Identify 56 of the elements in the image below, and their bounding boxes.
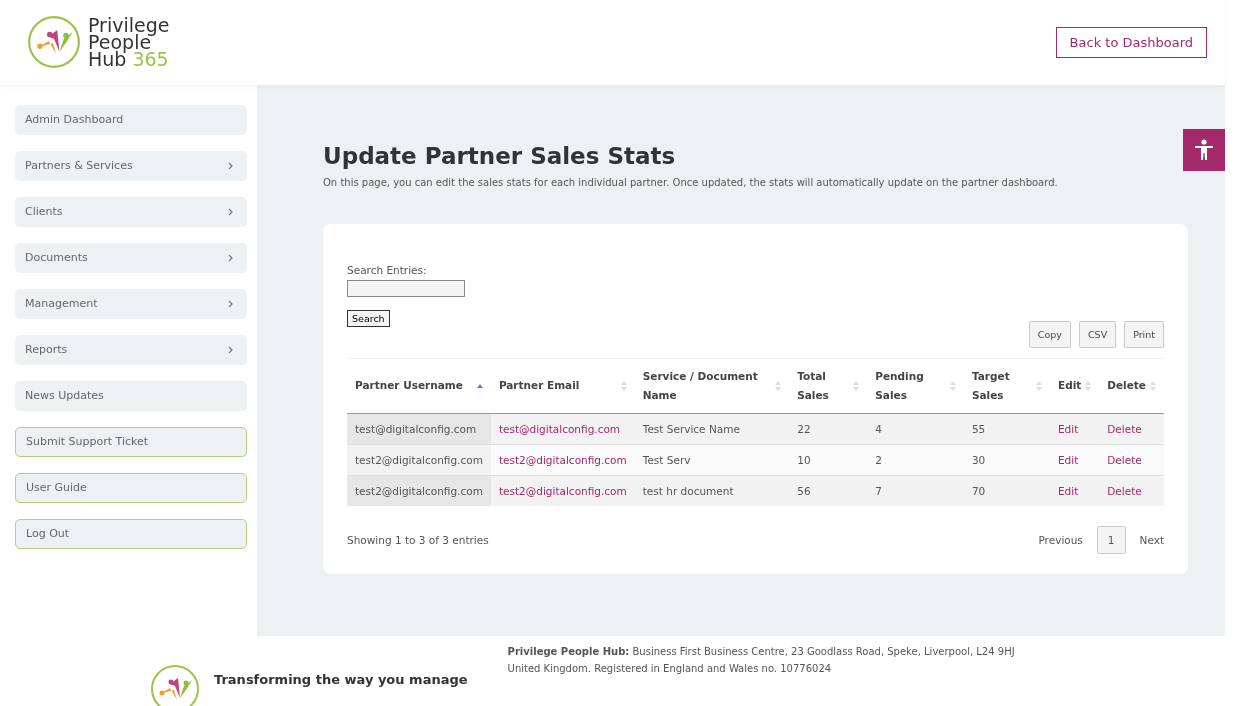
sidebar-item[interactable]: Submit Support Ticket (15, 426, 247, 457)
sidebar-item[interactable]: Clients (15, 196, 247, 227)
column-header[interactable]: Service / Document Name (634, 358, 790, 414)
table-cell: 4 (875, 422, 882, 435)
table-cell: 2 (875, 453, 882, 466)
search-button[interactable]: Search (347, 309, 390, 327)
sidebar-item[interactable]: Partners & Services (15, 150, 247, 181)
table-cell: test2@digitalconfig.com (355, 453, 483, 466)
edit-link[interactable]: Edit (1057, 422, 1079, 435)
sidebar-item[interactable]: Admin Dashboard (15, 104, 247, 135)
page-title: Update Partner Sales Stats (323, 142, 677, 169)
footer-registration: United Kingdom. Registered in England and Wales no. 10776024 (507, 663, 833, 674)
table-cell: 7 (875, 484, 882, 497)
column-header[interactable]: Partner Email (490, 358, 635, 414)
edit-link[interactable]: Edit (1057, 453, 1079, 466)
table-info: Showing 1 to 3 of 3 entries (347, 533, 489, 546)
table-cell: Test Serv (642, 453, 691, 466)
table-cell: test hr document (642, 484, 734, 497)
export-button[interactable]: CSV (1078, 320, 1117, 348)
table-cell: 56 (797, 484, 811, 497)
column-header[interactable]: Pending Sales (867, 358, 964, 414)
column-header[interactable]: Total Sales (789, 358, 868, 414)
accessibility-icon (1193, 137, 1215, 162)
sidebar-item[interactable]: Log Out (15, 518, 247, 549)
logo-icon (150, 664, 200, 706)
column-header[interactable]: Target Sales (963, 358, 1050, 414)
page-button[interactable]: 1 (1096, 525, 1126, 554)
sidebar-item[interactable]: Documents (15, 242, 247, 273)
export-button[interactable]: Copy (1028, 320, 1071, 348)
back-to-dashboard-button[interactable]: Back to Dashboard (1055, 26, 1207, 58)
search-field[interactable] (347, 279, 465, 297)
sidebar-item[interactable]: User Guide (15, 472, 247, 503)
logo-icon (27, 15, 81, 70)
column-header[interactable]: Partner Username (347, 358, 491, 414)
footer-address: Privilege People Hub: Business First Business Centre, 23 Goodlass Road, Speke, Liverpool, L24 9HJ (507, 646, 1015, 657)
table-cell: 55 (971, 422, 986, 435)
table-cell: 70 (971, 484, 986, 497)
table-cell: 10 (797, 453, 811, 466)
previous-button[interactable]: Previous (1038, 533, 1083, 546)
table-cell: 30 (971, 453, 986, 466)
sidebar-item[interactable]: Reports (15, 334, 247, 365)
footer-tagline: Transforming the way you manage (214, 672, 468, 687)
export-button[interactable]: Print (1124, 320, 1164, 348)
accessibility-button[interactable] (1183, 128, 1225, 171)
sidebar-item[interactable]: Management (15, 288, 247, 319)
sidebar-item[interactable]: News Updates (15, 380, 247, 411)
table-cell: 22 (797, 422, 811, 435)
search-label: Search Entries: (347, 263, 428, 276)
edit-link[interactable]: Edit (1057, 484, 1079, 497)
table-cell: Test Service Name (642, 422, 740, 435)
column-header[interactable]: Delete (1099, 358, 1164, 414)
table-cell: test@digitalconfig.com (355, 422, 477, 435)
table-cell: test2@digitalconfig.com (355, 484, 483, 497)
next-button[interactable]: Next (1139, 533, 1164, 546)
page-description: On this page, you can edit the sales stats for each individual partner. Once updated, the stats will automatically update on the partner dashboard. (323, 176, 1059, 188)
column-header[interactable]: Edit (1049, 358, 1100, 414)
